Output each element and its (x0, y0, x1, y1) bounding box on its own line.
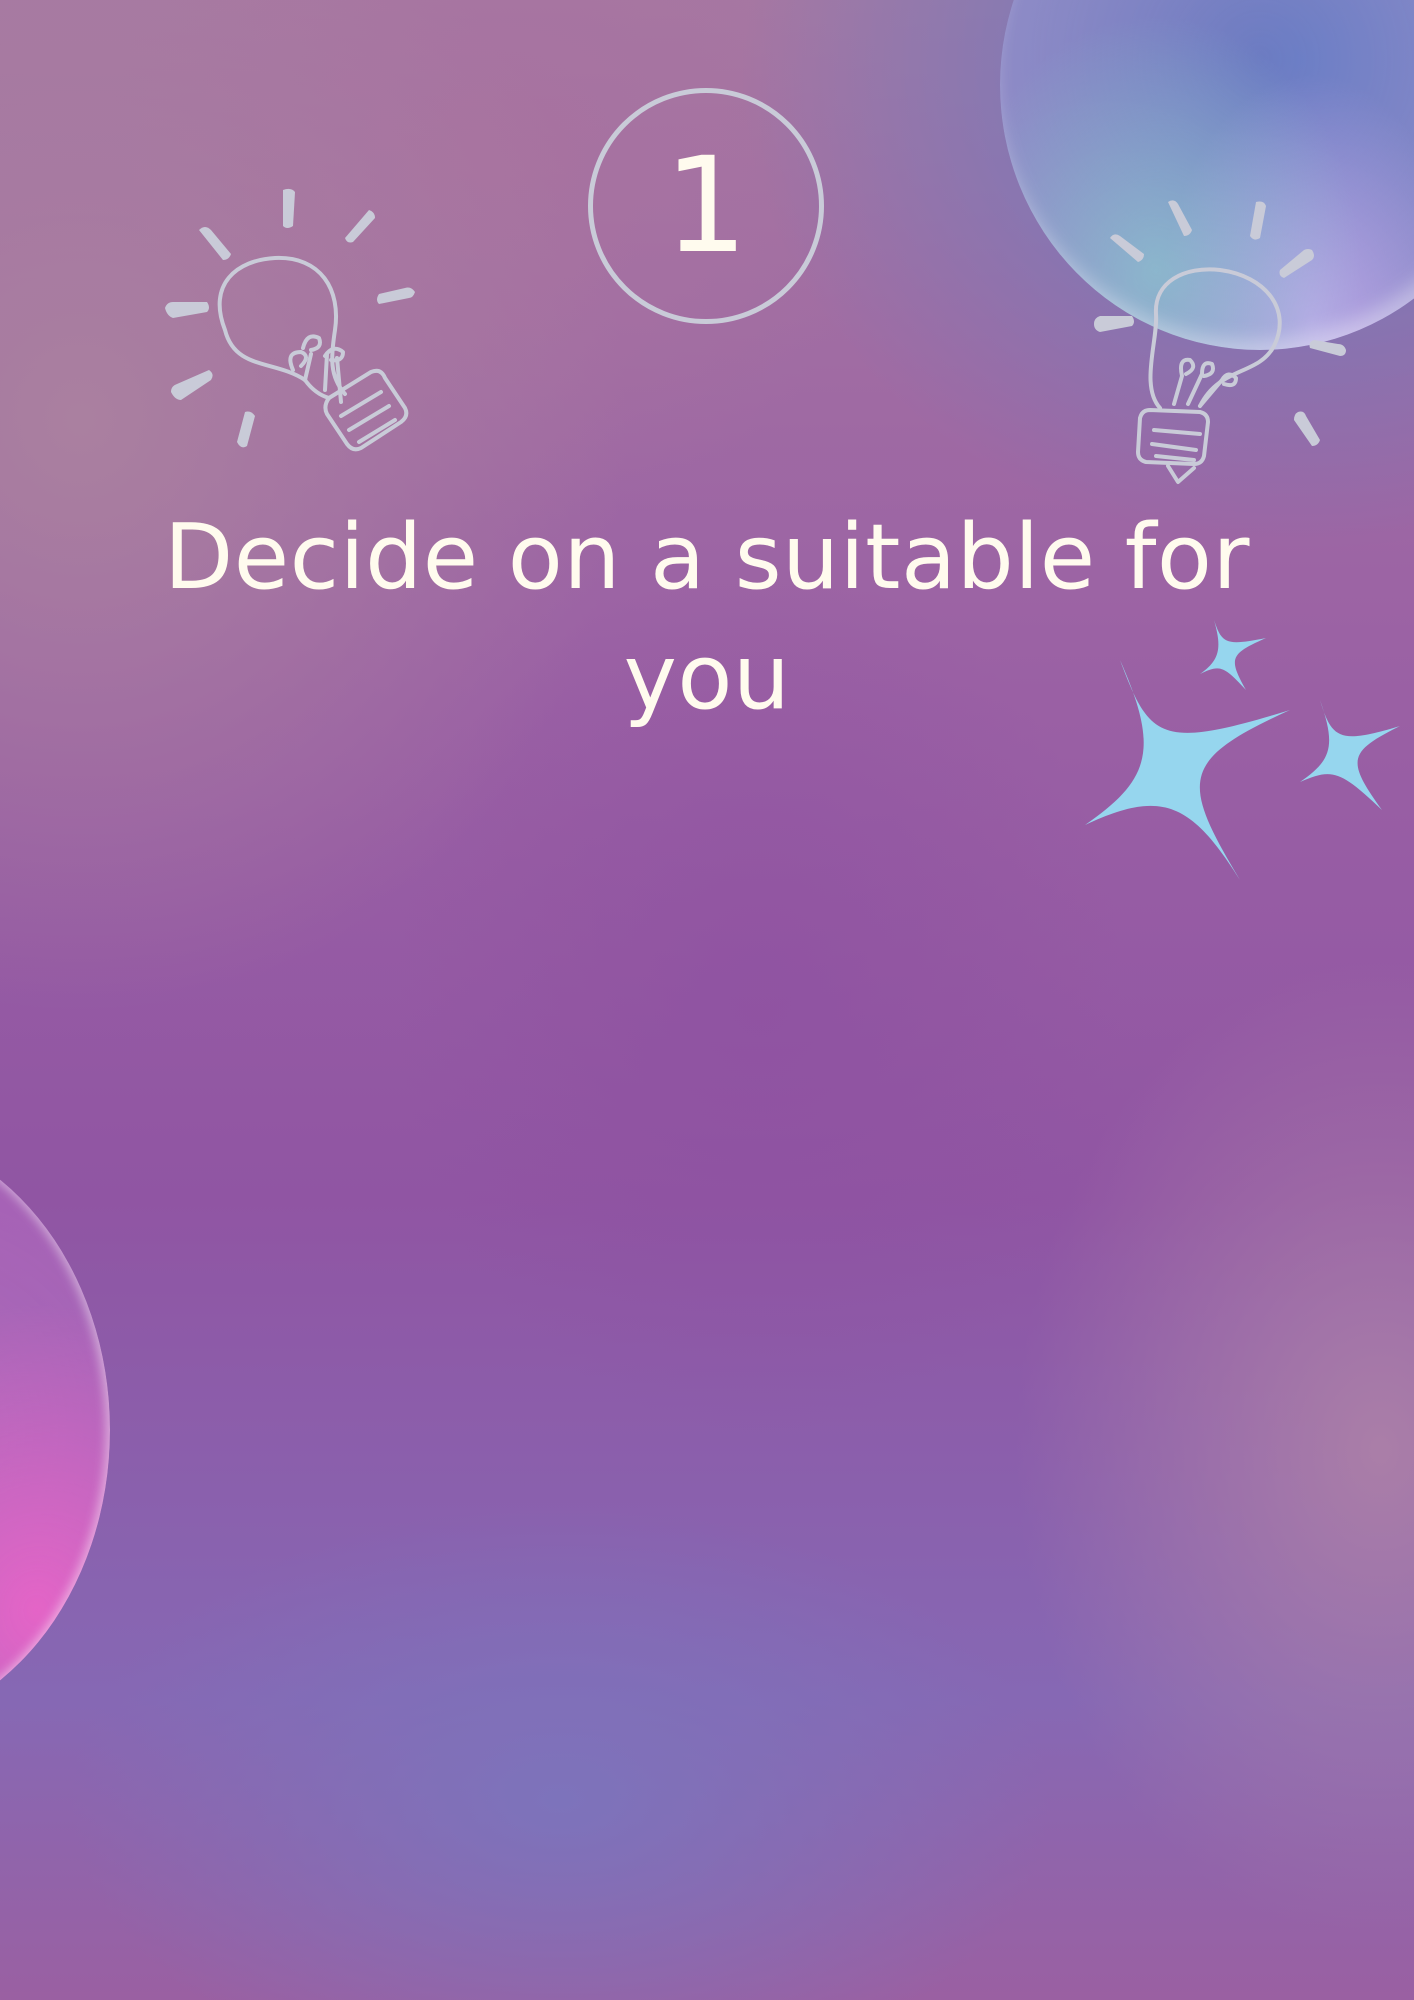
lightbulb-icon (165, 188, 415, 452)
page-heading: Decide on a suitable for you (164, 505, 1250, 730)
lightbulb-icon (1094, 200, 1346, 484)
page-background: 1 Decide on a suitable for you (0, 0, 1414, 2000)
bubble-decoration-bottom-left (0, 1130, 110, 1730)
step-number: 1 (664, 129, 748, 283)
